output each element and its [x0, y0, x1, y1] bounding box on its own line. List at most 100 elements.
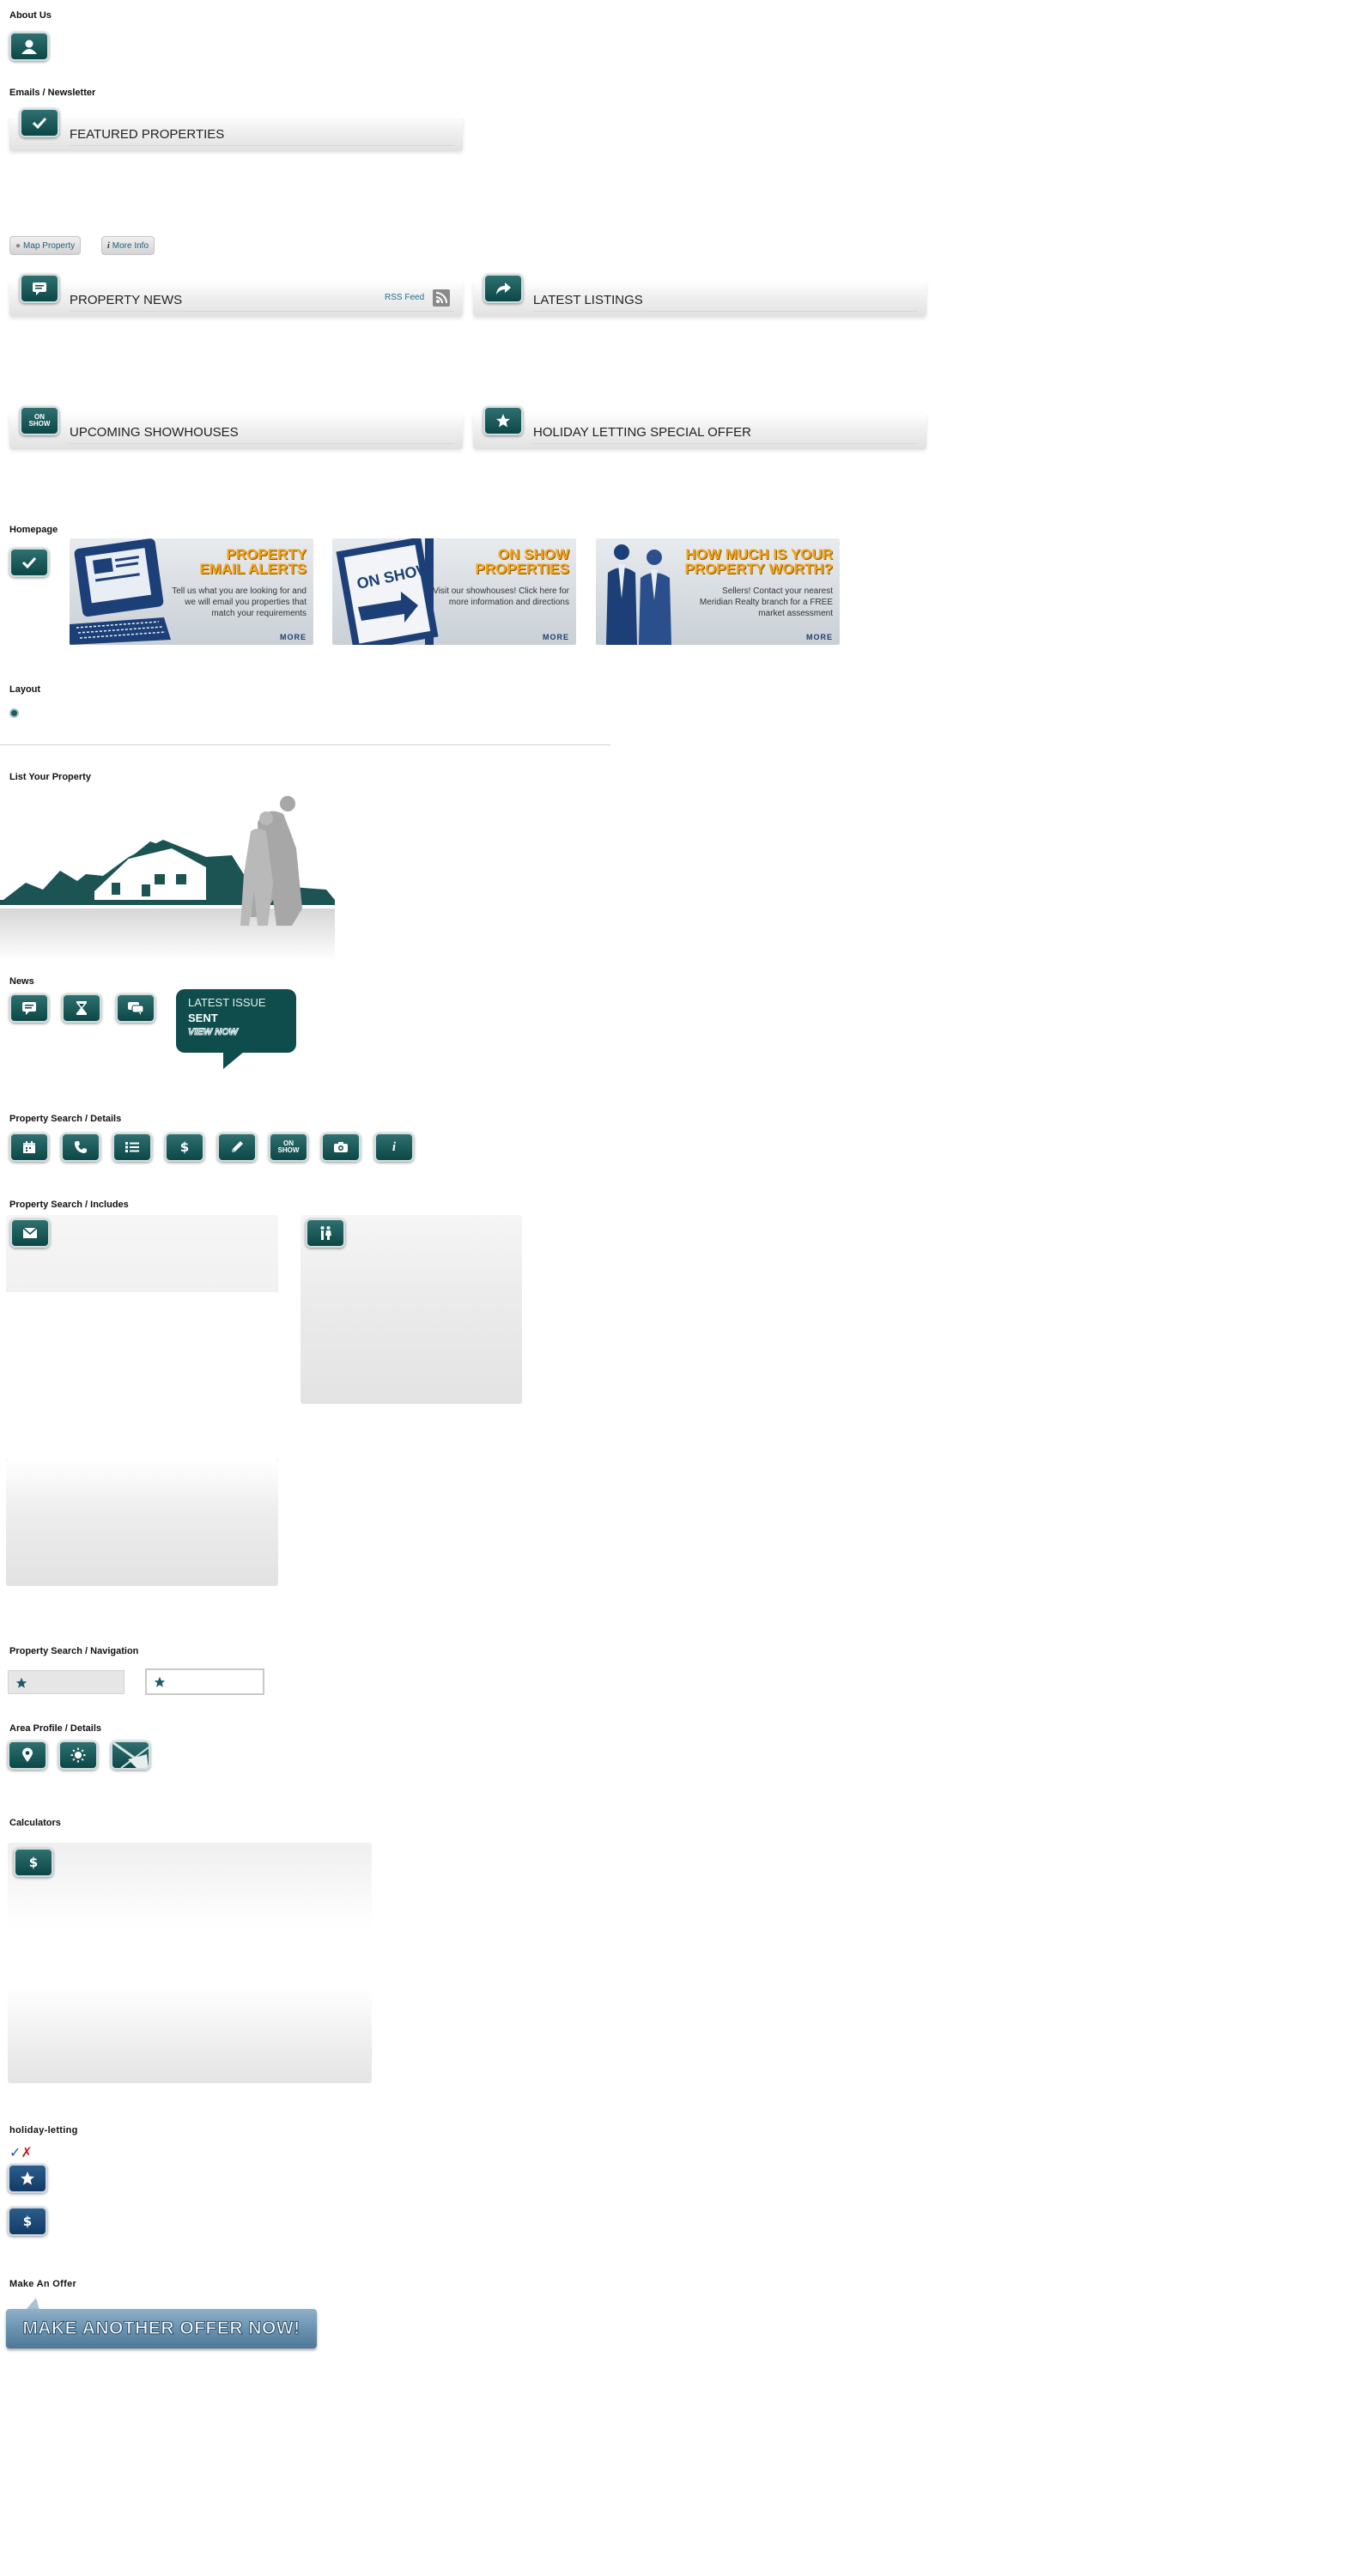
share-arrow-icon-button[interactable]: [483, 274, 523, 303]
list-button[interactable]: [112, 1133, 152, 1162]
user-icon: [21, 39, 37, 54]
star-icon: [496, 414, 510, 428]
cross-mark: ✗: [21, 2144, 33, 2160]
latest-issue-badge[interactable]: LATEST ISSUE SENT VIEW NOW: [176, 989, 296, 1069]
badge-line1: LATEST ISSUE: [188, 996, 266, 1009]
property-worth-banner[interactable]: HOW MUCH IS YOUR PROPERTY WORTH? Sellers!…: [596, 538, 840, 645]
latest-listings-bar: LATEST LISTINGS: [473, 274, 926, 317]
on-show-button[interactable]: ON SHOW: [269, 1133, 308, 1162]
banner-title: PROPERTY EMAIL ALERTS: [199, 546, 307, 577]
banner-description: Visit our showhouses! Click here for mor…: [433, 586, 569, 607]
calendar-button[interactable]: [9, 1133, 49, 1162]
restroom-icon: [320, 1226, 331, 1240]
envelope-button[interactable]: [10, 1218, 50, 1248]
more-link[interactable]: MORE: [806, 633, 833, 641]
holiday-star-button[interactable]: [8, 2164, 47, 2193]
includes-gap: [6, 1292, 278, 1460]
bar-title: HOLIDAY LETTING SPECIAL OFFER: [533, 425, 751, 440]
check-icon-button[interactable]: [9, 548, 49, 577]
more-info-button[interactable]: i More Info: [101, 236, 155, 255]
make-another-offer-button[interactable]: MAKE ANOTHER OFFER NOW!: [6, 2309, 317, 2348]
sun-button[interactable]: [58, 1741, 98, 1770]
nav-tab-active[interactable]: [145, 1668, 264, 1695]
restroom-button[interactable]: [306, 1218, 345, 1248]
info-icon: i: [107, 240, 110, 251]
divider: [533, 311, 918, 312]
layout-divider: [0, 744, 610, 745]
phone-button[interactable]: [61, 1133, 100, 1162]
bar-title: UPCOMING SHOWHOUSES: [70, 425, 239, 440]
includes-panel-left-footer: [6, 1460, 278, 1586]
badge-tail: [223, 1052, 244, 1069]
divider: [533, 443, 918, 444]
star-icon: [154, 1676, 166, 1687]
comments-button[interactable]: [116, 993, 155, 1023]
section-title-holiday: holiday-letting: [9, 2125, 78, 2136]
banner-title: ON SHOW PROPERTIES: [475, 546, 569, 577]
pencil-icon: [232, 1141, 243, 1152]
more-info-label: More Info: [112, 240, 149, 251]
location-pin-button[interactable]: [8, 1741, 47, 1770]
camera-icon: [334, 1142, 348, 1152]
map-icon: [112, 1742, 149, 1768]
on-show-banner[interactable]: ON SHOW ON SHOW PROPERTIES Visit our show…: [332, 538, 576, 645]
user-icon-button[interactable]: [9, 32, 49, 61]
offer-tab-tip: [26, 2298, 39, 2310]
banner-description: Sellers! Contact your nearest Meridian R…: [699, 586, 833, 618]
calendar-icon: [23, 1141, 35, 1153]
banner-description: Tell us what you are looking for and we …: [172, 586, 307, 618]
list-icon: [125, 1142, 139, 1152]
section-title-about: About Us: [9, 10, 52, 21]
speech-bubble-icon: [22, 1002, 36, 1015]
divider: [70, 443, 454, 444]
hourglass-button[interactable]: [62, 993, 101, 1023]
info-button[interactable]: i: [374, 1133, 414, 1162]
upcoming-showhouses-bar: ON SHOW UPCOMING SHOWHOUSES: [9, 406, 463, 449]
section-title-calculators: Calculators: [9, 1818, 61, 1828]
share-arrow-icon: [496, 283, 511, 295]
more-link[interactable]: MORE: [280, 633, 307, 641]
email-alerts-banner[interactable]: PROPERTY EMAIL ALERTS Tell us what you ar…: [70, 538, 313, 645]
dollar-button[interactable]: $: [165, 1133, 204, 1162]
check-cross-marks: ✓✗: [9, 2144, 33, 2160]
pencil-button[interactable]: [217, 1133, 257, 1162]
camera-button[interactable]: [321, 1133, 361, 1162]
check-icon-button[interactable]: [20, 108, 59, 137]
on-show-icon: ON SHOW: [277, 1139, 300, 1154]
holiday-dollar-button[interactable]: $: [8, 2207, 47, 2236]
section-title-search-nav: Property Search / Navigation: [9, 1646, 139, 1656]
bullet-icon: [9, 708, 19, 718]
check-icon: [32, 117, 47, 129]
section-title-layout: Layout: [9, 684, 41, 695]
dollar-icon: $: [179, 1139, 190, 1155]
map-property-button[interactable]: ● Map Property: [9, 236, 82, 255]
star-icon-button[interactable]: [483, 406, 523, 435]
more-link[interactable]: MORE: [543, 633, 569, 641]
calculator-panel-header: [8, 1843, 372, 1929]
news-speech-bubble-button[interactable]: [9, 993, 49, 1023]
nav-tab-inactive[interactable]: [8, 1670, 124, 1694]
dollar-icon: $: [28, 1855, 39, 1870]
sun-icon: [70, 1747, 86, 1763]
rss-icon[interactable]: [433, 289, 450, 307]
hourglass-icon: [76, 1001, 87, 1015]
envelope-icon: [22, 1227, 38, 1238]
star-icon: [15, 1677, 27, 1688]
section-title-list-property: List Your Property: [9, 772, 91, 782]
bar-title: LATEST LISTINGS: [533, 293, 643, 307]
info-icon: i: [392, 1139, 397, 1154]
section-title-emails: Emails / Newsletter: [9, 88, 96, 98]
divider: [70, 311, 454, 312]
businessmen-illustration: [606, 544, 671, 645]
bar-title: PROPERTY NEWS: [70, 293, 183, 307]
banner-title: HOW MUCH IS YOUR PROPERTY WORTH?: [684, 546, 833, 577]
speech-bubble-icon-button[interactable]: [20, 274, 59, 303]
calculator-dollar-button[interactable]: $: [14, 1848, 53, 1877]
dollar-icon: $: [22, 2214, 33, 2229]
on-show-icon-button[interactable]: ON SHOW: [20, 406, 59, 435]
section-title-homepage: Homepage: [9, 525, 58, 535]
map-button[interactable]: [111, 1741, 150, 1770]
rss-feed-link[interactable]: RSS Feed: [385, 293, 424, 302]
section-title-search-details: Property Search / Details: [9, 1114, 122, 1124]
view-now-link[interactable]: VIEW NOW: [187, 1027, 238, 1038]
